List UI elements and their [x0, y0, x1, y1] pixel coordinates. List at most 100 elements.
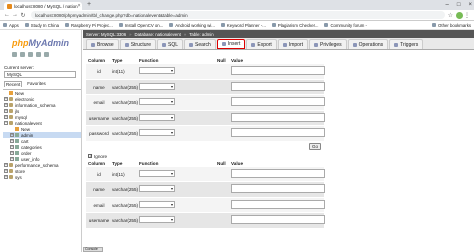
tab-search[interactable]: Search	[184, 39, 216, 49]
expand-icon[interactable]: +	[10, 133, 14, 137]
tab-import[interactable]: Import	[277, 39, 308, 49]
tab-insert[interactable]: Insert	[216, 39, 246, 49]
back-icon[interactable]: ←	[3, 12, 11, 18]
function-select[interactable]	[139, 216, 175, 223]
home-icon[interactable]	[12, 52, 17, 57]
tab-label: Browse	[97, 41, 114, 48]
bookmark-item[interactable]: Community forum -	[324, 23, 367, 28]
function-select[interactable]	[139, 129, 175, 136]
tab-browse[interactable]: Browse	[86, 39, 119, 49]
function-select[interactable]	[139, 82, 175, 90]
url-input[interactable]: localhost:8080/phpmyadmin/tbl_change.php…	[31, 11, 445, 19]
value-input[interactable]	[231, 184, 325, 193]
database-tree: New + electronic + information_schema + jls + my…	[3, 89, 81, 180]
minimize-icon[interactable]: –	[446, 2, 449, 8]
value-input[interactable]	[231, 199, 325, 209]
expand-icon[interactable]: +	[10, 151, 14, 155]
browse-icon	[91, 42, 95, 47]
column-name: name	[93, 187, 105, 192]
avatar[interactable]	[456, 11, 463, 19]
server-select[interactable]: MySQL	[4, 71, 76, 78]
bookmark-icon	[24, 23, 29, 27]
maximize-icon[interactable]: □	[457, 2, 461, 8]
settings-icon[interactable]	[36, 52, 41, 57]
tab-privileges[interactable]: Privileges	[308, 39, 347, 49]
forward-icon[interactable]: →	[11, 12, 19, 18]
tab-triggers[interactable]: Triggers	[389, 39, 424, 49]
bookmark-item[interactable]: Android working wi...	[169, 23, 215, 28]
expand-icon[interactable]: +	[4, 115, 8, 119]
tab-recent[interactable]: Recent	[4, 81, 23, 87]
table-row: name varchar(255)	[86, 79, 325, 95]
value-input[interactable]	[231, 66, 325, 75]
bookmark-item[interactable]: Plagiarism Checker...	[271, 23, 318, 28]
value-input[interactable]	[231, 128, 325, 137]
tab-structure[interactable]: Structure	[119, 39, 156, 49]
expand-icon[interactable]: +	[4, 163, 8, 167]
expand-icon[interactable]: +	[4, 103, 8, 107]
function-select[interactable]	[139, 98, 175, 105]
table-row: id int(11)	[86, 64, 325, 80]
tab-sql[interactable]: SQL	[156, 39, 183, 49]
bookmark-star-icon[interactable]: ☆	[448, 12, 453, 19]
breadcrumb-server[interactable]: Server: MySQL:3306	[86, 32, 126, 37]
bookmark-icon	[169, 23, 174, 27]
other-bookmarks[interactable]: Other bookmarks	[432, 23, 471, 28]
value-input[interactable]	[231, 215, 325, 224]
tab-export[interactable]: Export	[246, 39, 277, 49]
address-bar: ← → ↻ localhost:8080/phpmyadmin/tbl_chan…	[0, 10, 474, 21]
function-select[interactable]	[139, 67, 175, 74]
phpmyadmin-logo[interactable]: phpMyAdmin	[12, 38, 69, 48]
menu-icon[interactable]: ⋮	[463, 12, 471, 19]
breadcrumb-table[interactable]: Table: admin	[189, 32, 213, 37]
expand-icon[interactable]: +	[4, 109, 8, 113]
function-select[interactable]	[139, 113, 175, 121]
tab-operations[interactable]: Operations	[347, 39, 389, 49]
expand-icon[interactable]: +	[10, 139, 14, 143]
expand-icon[interactable]: +	[10, 145, 14, 149]
tree-item[interactable]: + sys	[3, 174, 81, 180]
ignore-label: Ignore	[94, 153, 108, 159]
reload-icon[interactable]: ↻	[19, 12, 27, 19]
bookmark-icon	[271, 23, 276, 27]
bookmark-item[interactable]: Apps	[3, 23, 19, 28]
column-type: int(11)	[112, 69, 125, 74]
console-button[interactable]: Console	[83, 247, 103, 252]
database-icon	[9, 169, 13, 173]
tree-item-label: information_schema	[15, 102, 56, 108]
tab-favorites[interactable]: Favorites	[26, 81, 47, 87]
bookmark-item[interactable]: Install OpenCV on...	[118, 23, 163, 28]
header-value: Value	[231, 58, 244, 63]
value-input[interactable]	[231, 97, 325, 106]
expand-icon[interactable]: −	[4, 121, 8, 125]
value-input[interactable]	[231, 168, 325, 178]
breadcrumb-database[interactable]: Database: nationalevent	[135, 32, 181, 37]
bookmark-item[interactable]: Keyword Planner -...	[220, 23, 266, 28]
close-window-icon[interactable]: ×	[468, 2, 472, 8]
column-type: varchar(255)	[112, 202, 139, 208]
function-select[interactable]	[139, 185, 175, 192]
table-row: username varchar(255)	[86, 213, 325, 229]
expand-icon[interactable]: +	[4, 175, 8, 179]
logout-icon[interactable]	[20, 52, 25, 57]
bookmark-icon	[220, 23, 225, 27]
breadcrumb-separator: »	[183, 31, 187, 37]
expand-icon[interactable]: +	[4, 97, 8, 101]
bookmark-item[interactable]: Study In China	[24, 23, 59, 28]
new-tab-icon[interactable]: +	[87, 1, 91, 8]
expand-icon[interactable]: +	[10, 157, 14, 161]
reload-icon[interactable]	[44, 52, 49, 57]
bookmark-item[interactable]: Raspberry Pi Projec...	[64, 23, 113, 28]
structure-icon	[124, 42, 129, 47]
ignore-checkbox[interactable]	[88, 153, 92, 158]
expand-icon[interactable]: +	[4, 169, 8, 173]
table-row: password varchar(255)	[86, 126, 325, 142]
value-input[interactable]	[231, 112, 325, 122]
browser-tab[interactable]: localhost:8080 / MySQL / nation ×	[4, 2, 82, 10]
docs-icon[interactable]	[28, 52, 33, 57]
function-select[interactable]	[139, 169, 175, 177]
value-input[interactable]	[231, 81, 325, 91]
close-tab-icon[interactable]: ×	[78, 3, 81, 9]
go-button[interactable]: Go	[309, 142, 321, 150]
function-select[interactable]	[139, 200, 175, 208]
